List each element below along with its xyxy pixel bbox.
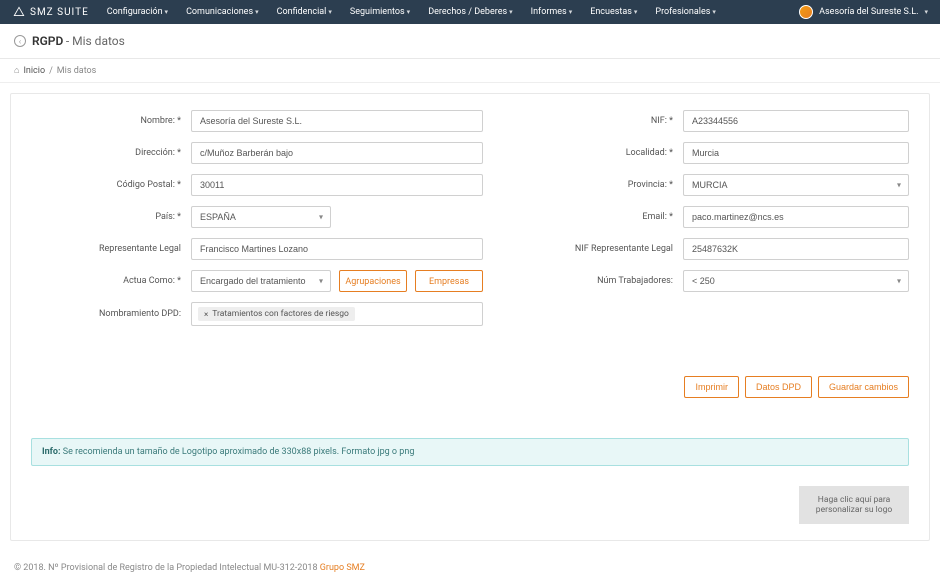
nav-informes[interactable]: Informes▾ (531, 7, 573, 17)
nif-field[interactable] (683, 110, 909, 132)
nav-comunicaciones[interactable]: Comunicaciones▾ (186, 7, 259, 17)
label-rep-legal: Representante Legal (31, 244, 191, 254)
form-actions: Imprimir Datos DPD Guardar cambios (31, 376, 909, 398)
agrupaciones-button[interactable]: Agrupaciones (339, 270, 407, 292)
imprimir-button[interactable]: Imprimir (684, 376, 739, 398)
breadcrumb-home[interactable]: Inicio (23, 66, 45, 76)
label-nif: NIF: * (523, 116, 683, 126)
chevron-down-icon: ▾ (407, 8, 411, 16)
localidad-field[interactable] (683, 142, 909, 164)
nav-configuracion[interactable]: Configuración▾ (107, 7, 168, 17)
breadcrumb: ⌂ Inicio / Mis datos (0, 59, 940, 83)
label-provincia: Provincia: * (523, 180, 683, 190)
label-nombre: Nombre: * (31, 116, 191, 126)
chevron-down-icon: ▾ (569, 8, 573, 16)
chevron-down-icon: ▾ (924, 8, 928, 16)
page-title-bar: ‹ RGPD - Mis datos (0, 24, 940, 59)
num-trabajadores-select[interactable] (683, 270, 909, 292)
codigo-postal-field[interactable] (191, 174, 483, 196)
topbar: SMZ SUITE Configuración▾ Comunicaciones▾… (0, 0, 940, 24)
label-pais: País: * (31, 212, 191, 222)
close-icon[interactable]: × (204, 310, 208, 319)
chevron-down-icon: ▾ (165, 8, 169, 16)
account-name: Asesoría del Sureste S.L. (819, 7, 918, 17)
footer-link[interactable]: Grupo SMZ (320, 563, 365, 573)
actua-como-select[interactable] (191, 270, 331, 292)
label-email: Email: * (523, 212, 683, 222)
main-nav: Configuración▾ Comunicaciones▾ Confidenc… (107, 7, 716, 17)
nav-derechos[interactable]: Derechos / Deberes▾ (428, 7, 512, 17)
avatar-icon (799, 5, 813, 19)
chevron-down-icon: ▾ (634, 8, 638, 16)
label-localidad: Localidad: * (523, 148, 683, 158)
chevron-down-icon: ▾ (328, 8, 332, 16)
label-num-trab: Núm Trabajadores: (523, 276, 683, 286)
logo-upload-drop[interactable]: Haga clic aquí para personalizar su logo (799, 486, 909, 524)
form-card: Nombre: * Dirección: * Código Postal: * … (10, 93, 930, 541)
empresas-button[interactable]: Empresas (415, 270, 483, 292)
home-icon: ⌂ (14, 65, 19, 76)
brand-logo[interactable]: SMZ SUITE (12, 5, 89, 19)
label-cp: Código Postal: * (31, 180, 191, 190)
nombre-field[interactable] (191, 110, 483, 132)
label-nomb-dpd: Nombramiento DPD: (31, 309, 191, 319)
dpd-tag: × Tratamientos con factores de riesgo (198, 307, 355, 321)
brand-icon (12, 5, 26, 19)
info-alert: Info: Se recomienda un tamaño de Logotip… (31, 438, 909, 466)
label-nif-rep: NIF Representante Legal (523, 244, 683, 254)
footer: © 2018. Nº Provisional de Registro de la… (0, 551, 940, 585)
email-field[interactable] (683, 206, 909, 228)
nav-confidencial[interactable]: Confidencial▾ (277, 7, 332, 17)
chevron-down-icon: ▾ (509, 8, 513, 16)
nif-representante-field[interactable] (683, 238, 909, 260)
datos-dpd-button[interactable]: Datos DPD (745, 376, 812, 398)
breadcrumb-current: Mis datos (57, 66, 97, 76)
representante-legal-field[interactable] (191, 238, 483, 260)
guardar-button[interactable]: Guardar cambios (818, 376, 909, 398)
back-icon[interactable]: ‹ (14, 35, 26, 47)
label-actua-como: Actua Como: * (31, 276, 191, 286)
label-direccion: Dirección: * (31, 148, 191, 158)
account-menu[interactable]: Asesoría del Sureste S.L. ▾ (799, 5, 928, 19)
nav-profesionales[interactable]: Profesionales▾ (655, 7, 716, 17)
page-title: RGPD - Mis datos (32, 34, 125, 48)
brand-text: SMZ SUITE (30, 7, 89, 18)
chevron-down-icon: ▾ (255, 8, 259, 16)
chevron-down-icon: ▾ (712, 8, 716, 16)
provincia-select[interactable] (683, 174, 909, 196)
direccion-field[interactable] (191, 142, 483, 164)
nav-seguimientos[interactable]: Seguimientos▾ (350, 7, 410, 17)
nombramiento-dpd-field[interactable]: × Tratamientos con factores de riesgo (191, 302, 483, 326)
pais-select[interactable] (191, 206, 331, 228)
nav-encuestas[interactable]: Encuestas▾ (590, 7, 637, 17)
